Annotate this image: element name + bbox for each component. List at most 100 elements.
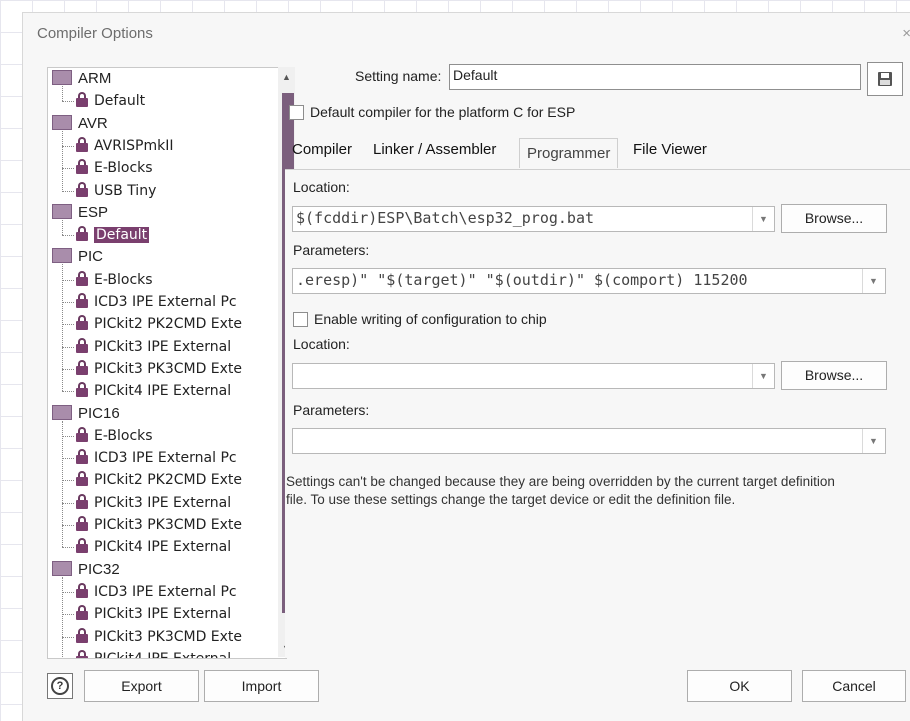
location2-input[interactable] — [292, 363, 775, 389]
tree-connector — [62, 146, 74, 147]
tree-folder-label: PIC16 — [78, 405, 120, 422]
location-input[interactable]: $(fcddir)ESP\Batch\esp32_prog.bat — [292, 206, 775, 232]
folder-icon — [52, 115, 72, 130]
tree-item[interactable]: PICkit4 IPE External — [76, 380, 231, 402]
ok-button[interactable]: OK — [687, 670, 792, 702]
tree-item[interactable]: ICD3 IPE External Pc — [76, 291, 237, 313]
lock-icon — [76, 138, 88, 152]
tree-item[interactable]: ICD3 IPE External Pc — [76, 581, 237, 603]
tree-item[interactable]: PICkit2 PK2CMD Exte — [76, 313, 242, 335]
tree-item[interactable]: PICkit3 PK3CMD Exte — [76, 358, 242, 380]
tree-item-label: PICkit2 PK2CMD Exte — [94, 472, 242, 488]
tab-programmer[interactable]: Programmer — [519, 138, 618, 168]
tree-item[interactable]: ICD3 IPE External Pc — [76, 447, 237, 469]
tree-item-label: PICkit3 PK3CMD Exte — [94, 361, 242, 377]
import-button[interactable]: Import — [204, 670, 319, 702]
default-compiler-checkbox[interactable] — [289, 105, 304, 120]
lock-icon — [76, 450, 88, 464]
override-note-line2: file. To use these settings change the t… — [286, 491, 908, 509]
lock-icon — [76, 183, 88, 197]
tree-folder[interactable]: AVR — [52, 113, 108, 135]
folder-icon — [52, 70, 72, 85]
tree-item-label: AVRISPmkII — [94, 138, 173, 154]
tab-compiler[interactable]: Compiler — [292, 141, 352, 158]
tree-folder[interactable]: PIC — [52, 246, 103, 268]
parameters2-label: Parameters: — [293, 402, 369, 418]
tab-file-viewer[interactable]: File Viewer — [633, 141, 707, 158]
parameters2-input[interactable] — [292, 428, 886, 454]
tree-connector — [62, 637, 74, 638]
parameters-input[interactable]: .eresp)" "$(target)" "$(outdir)" $(compo… — [292, 268, 886, 294]
lock-icon — [76, 651, 88, 659]
scroll-up-icon[interactable]: ▲ — [278, 69, 295, 86]
tree-connector — [62, 391, 74, 392]
tree-item-label: PICkit3 PK3CMD Exte — [94, 517, 242, 533]
lock-icon — [76, 316, 88, 330]
lock-icon — [76, 472, 88, 486]
tab-bar: Compiler Linker / Assembler Programmer F… — [285, 137, 910, 169]
window-title: Compiler Options — [37, 25, 153, 42]
setting-name-input[interactable]: Default — [449, 64, 861, 90]
tree-item[interactable]: PICkit4 IPE External — [76, 648, 231, 659]
tree-item[interactable]: PICkit3 IPE External — [76, 336, 231, 358]
tree-item[interactable]: Default — [76, 90, 145, 112]
tree-item[interactable]: AVRISPmkII — [76, 135, 173, 157]
tree-connector — [62, 101, 74, 102]
tree-item-label: E-Blocks — [94, 428, 153, 444]
tree-item[interactable]: PICkit2 PK2CMD Exte — [76, 469, 242, 491]
parameters-dropdown-icon[interactable]: ▼ — [862, 269, 884, 293]
tree-connector — [62, 480, 74, 481]
tree-item[interactable]: PICkit3 IPE External — [76, 492, 231, 514]
compiler-tree[interactable]: ARMDefaultAVRAVRISPmkIIE-BlocksUSB TinyE… — [47, 67, 287, 659]
tree-folder[interactable]: ESP — [52, 202, 108, 224]
folder-icon — [52, 405, 72, 420]
config-writing-label: Enable writing of configuration to chip — [314, 311, 547, 327]
location-label: Location: — [293, 179, 350, 195]
tree-item-label: PICkit3 IPE External — [94, 606, 231, 622]
tree-item[interactable]: E-Blocks — [76, 157, 153, 179]
tree-item-label: E-Blocks — [94, 272, 153, 288]
tab-linker-assembler[interactable]: Linker / Assembler — [373, 141, 496, 158]
tree-folder[interactable]: ARM — [52, 68, 111, 90]
floppy-disk-icon — [868, 63, 902, 95]
lock-icon — [76, 517, 88, 531]
lock-icon — [76, 227, 88, 241]
tree-item[interactable]: PICkit3 IPE External — [76, 603, 231, 625]
cancel-button[interactable]: Cancel — [802, 670, 906, 702]
browse-button[interactable]: Browse... — [781, 204, 887, 233]
tree-item-label: PICkit3 PK3CMD Exte — [94, 629, 242, 645]
tree-connector — [62, 592, 74, 593]
tree-branch-line — [62, 264, 63, 391]
parameters2-dropdown-icon[interactable]: ▼ — [862, 429, 884, 453]
tree-branch-line — [62, 131, 63, 191]
save-button[interactable] — [867, 62, 903, 96]
tree-item[interactable]: PICkit3 PK3CMD Exte — [76, 514, 242, 536]
tree-item[interactable]: USB Tiny — [76, 180, 156, 202]
tree-connector — [62, 347, 74, 348]
tree-connector — [62, 369, 74, 370]
lock-icon — [76, 93, 88, 107]
tree-folder-label: ARM — [78, 70, 111, 87]
browse2-button[interactable]: Browse... — [781, 361, 887, 390]
tree-connector — [62, 168, 74, 169]
tree-item-label: ICD3 IPE External Pc — [94, 584, 237, 600]
close-icon[interactable]: × — [902, 25, 910, 42]
folder-icon — [52, 248, 72, 263]
tree-item[interactable]: E-Blocks — [76, 269, 153, 291]
setting-name-value: Default — [453, 67, 497, 83]
tree-item[interactable]: Default — [76, 224, 149, 246]
tree-item[interactable]: PICkit4 IPE External — [76, 536, 231, 558]
tree-item-label-selected: Default — [94, 227, 149, 243]
help-button[interactable]: ? — [47, 673, 73, 699]
location2-dropdown-icon[interactable]: ▼ — [752, 364, 774, 388]
tree-connector — [62, 458, 74, 459]
tree-connector — [62, 235, 74, 236]
compiler-options-dialog: Compiler Options × ARMDefaultAVRAVRISPmk… — [22, 12, 910, 721]
tree-item-label: ICD3 IPE External Pc — [94, 450, 237, 466]
export-button[interactable]: Export — [84, 670, 199, 702]
lock-icon — [76, 428, 88, 442]
tree-item[interactable]: E-Blocks — [76, 425, 153, 447]
location-dropdown-icon[interactable]: ▼ — [752, 207, 774, 231]
config-writing-checkbox[interactable] — [293, 312, 308, 327]
tree-item[interactable]: PICkit3 PK3CMD Exte — [76, 626, 242, 648]
